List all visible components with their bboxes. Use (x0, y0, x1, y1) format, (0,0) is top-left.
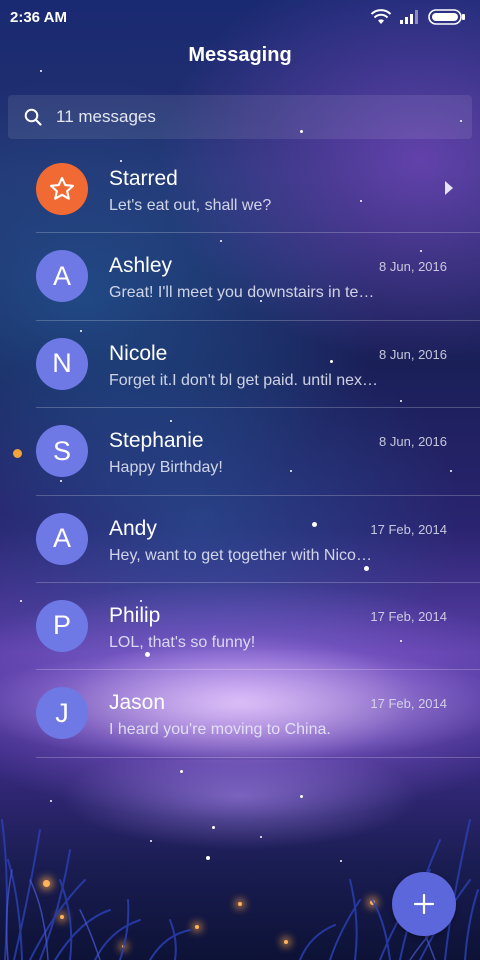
conversation-date: 8 Jun, 2016 (379, 346, 447, 362)
avatar: J (36, 687, 88, 740)
avatar (36, 163, 88, 215)
status-bar: 2:36 AM (0, 0, 480, 34)
conversation-row[interactable]: J Jason I heard you're moving to China. … (0, 670, 480, 758)
battery-icon (428, 9, 465, 25)
conversation-row[interactable]: S Stephanie Happy Birthday! 8 Jun, 2016 (0, 408, 480, 496)
conversation-preview: Forget it.I don't bl get paid. until nex… (109, 371, 378, 389)
page-title: Messaging (188, 44, 292, 66)
conversation-row[interactable]: P Philip LOL, that's so funny! 17 Feb, 2… (0, 583, 480, 671)
wifi-icon (370, 9, 392, 24)
chevron-right-icon (445, 181, 453, 195)
avatar: P (36, 599, 88, 652)
signal-icon (400, 10, 418, 24)
conversation-row[interactable]: N Nicole Forget it.I don't bl get paid. … (0, 321, 480, 409)
conversation-name: Jason (109, 691, 166, 715)
status-icons (370, 9, 466, 25)
star-icon (49, 176, 75, 200)
search-label: 11 messages (56, 107, 156, 126)
status-time: 2:36 AM (10, 8, 67, 26)
avatar: S (36, 425, 88, 478)
divider (36, 756, 480, 758)
conversation-name: Ashley (109, 254, 173, 278)
conversation-date: 17 Feb, 2014 (370, 521, 447, 537)
conversation-name: Starred (109, 167, 178, 190)
conversation-preview: Happy Birthday! (109, 459, 223, 477)
conversation-date: 17 Feb, 2014 (370, 696, 447, 712)
conversation-date: 17 Feb, 2014 (370, 608, 447, 624)
conversation-row[interactable]: A Andy Hey, want to get together with Ni… (0, 496, 480, 583)
conversation-row[interactable]: A Ashley Great! I'll meet you downstairs… (0, 233, 480, 321)
conversation-date: 8 Jun, 2016 (379, 434, 447, 450)
unread-dot (13, 449, 22, 459)
conversation-preview: LOL, that's so funny! (109, 633, 256, 651)
conversation-name: Stephanie (109, 429, 204, 453)
conversation-date: 8 Jun, 2016 (379, 259, 447, 275)
avatar: A (36, 250, 88, 303)
conversation-preview: Great! I'll meet you downstairs in te… (109, 284, 375, 302)
conversation-name: Philip (109, 603, 161, 627)
conversation-name: Nicole (109, 341, 168, 365)
conversation-list: Starred Let's eat out, shall we? A Ashle… (0, 146, 480, 758)
avatar: N (36, 337, 88, 390)
conversation-name: Andy (109, 516, 157, 540)
conversation-row-starred[interactable]: Starred Let's eat out, shall we? (0, 146, 480, 234)
plus-icon (413, 893, 435, 915)
search-bar[interactable]: 11 messages (8, 95, 472, 139)
search-icon (24, 108, 42, 126)
conversation-preview: I heard you're moving to China. (109, 721, 331, 739)
new-message-button[interactable] (392, 872, 456, 936)
conversation-preview: Let's eat out, shall we? (109, 197, 272, 214)
conversation-preview: Hey, want to get together with Nico… (109, 546, 372, 564)
avatar: A (36, 512, 88, 565)
